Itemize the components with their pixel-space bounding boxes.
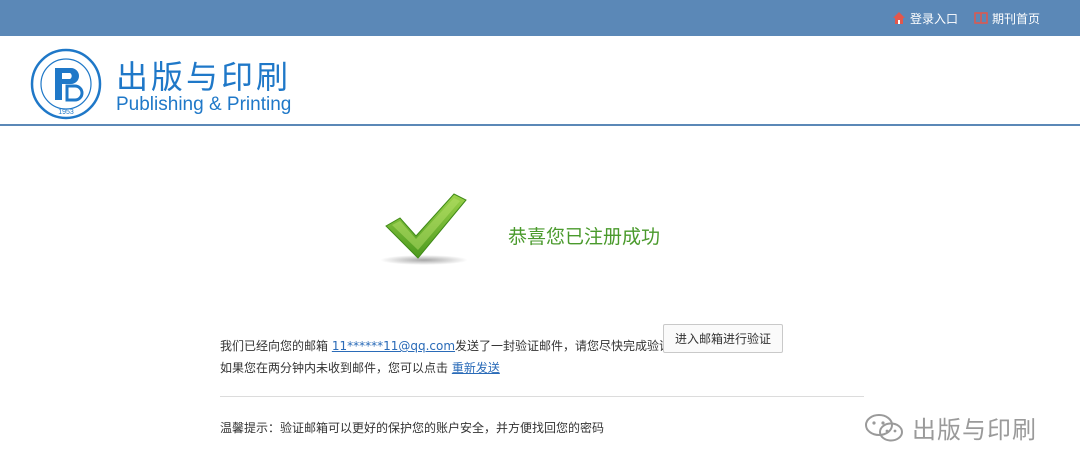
resend-link[interactable]: 重新发送 [452,361,500,375]
brand-name-en: Publishing & Printing [116,94,292,115]
divider [220,396,864,397]
journal-home-link-label: 期刊首页 [991,11,1040,26]
email-sent-notice: 我们已经向您的邮箱 11******11@qq.com发送了一封验证邮件，请您尽… [220,337,671,354]
wechat-icon [865,413,903,441]
top-nav: 登录入口 期刊首页 [892,0,1040,36]
login-link[interactable]: 登录入口 [892,10,958,27]
email-address-link[interactable]: 11******11@qq.com [332,339,455,353]
seal-year: 1953 [58,109,74,116]
email-notice-prefix: 我们已经向您的邮箱 [220,339,332,353]
resend-notice-prefix: 如果您在两分钟内未收到邮件，您可以点击 [220,361,452,375]
success-message: 恭喜您已注册成功 [508,226,661,248]
home-icon [892,12,905,24]
top-bar: 登录入口 期刊首页 [0,0,1080,36]
site-header: 1953 出版与印刷 Publishing & Printing [0,36,1080,126]
journal-seal-logo[interactable]: 1953 [30,48,102,120]
login-link-label: 登录入口 [909,11,958,26]
journal-home-link[interactable]: 期刊首页 [974,10,1040,27]
journal-icon [974,12,988,24]
brand-name-cn: 出版与印刷 [116,58,292,96]
resend-notice: 如果您在两分钟内未收到邮件，您可以点击 重新发送 [220,359,500,376]
warm-tip: 温馨提示：验证邮箱可以更好的保护您的账户安全，并方便找回您的密码 [220,421,605,435]
email-notice-suffix: 发送了一封验证邮件，请您尽快完成验证 [455,339,672,353]
watermark-text: 出版与印刷 [912,416,1037,444]
checkmark-icon [380,193,468,265]
wechat-watermark: 出版与印刷 [864,410,1037,445]
go-to-mailbox-button[interactable]: 进入邮箱进行验证 [663,324,783,353]
